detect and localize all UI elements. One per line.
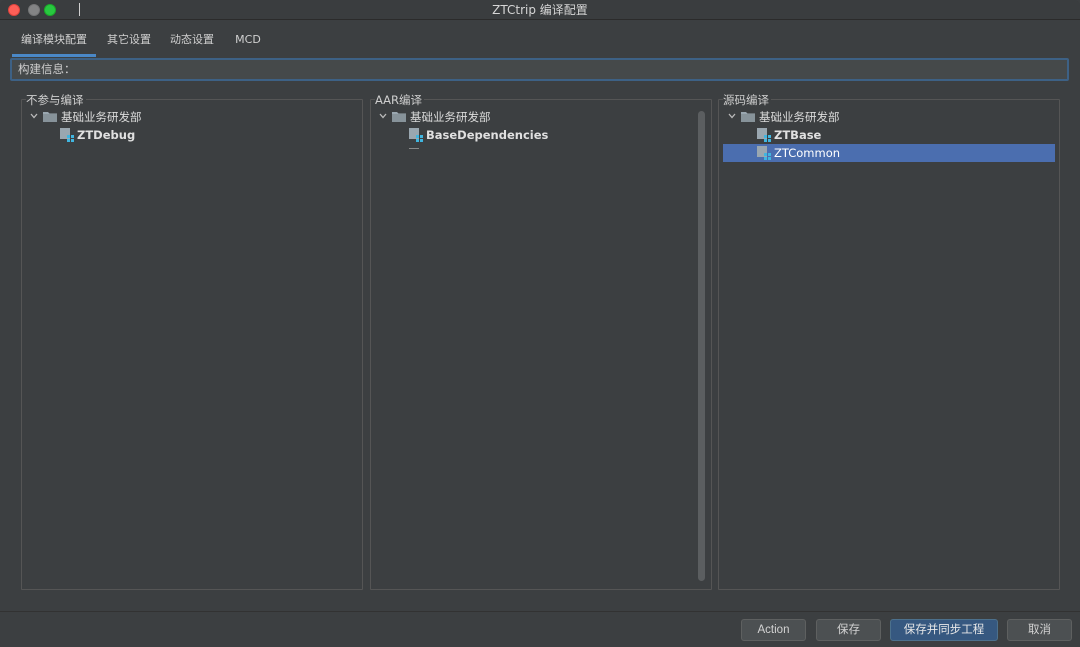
tab-mcd[interactable]: MCD [230, 20, 266, 57]
chevron-down-icon[interactable] [728, 112, 736, 120]
dialog-window: ZTCtrip 编译配置 编译模块配置 其它设置 动态设置 MCD 构建信息： … [0, 0, 1080, 647]
save-button[interactable]: 保存 [816, 619, 881, 641]
chevron-down-icon[interactable] [379, 112, 387, 120]
aar-panel-title: AAR编译 [375, 92, 425, 108]
tree-item-ztcommon[interactable]: ZTCommon [757, 144, 1047, 162]
build-info-input[interactable] [80, 61, 1060, 78]
action-button[interactable]: Action [741, 619, 806, 641]
tree-item-label: ZTDebug [77, 128, 136, 142]
title-bar: ZTCtrip 编译配置 [0, 0, 1080, 20]
build-info-field[interactable]: 构建信息： [10, 58, 1069, 81]
bottom-separator [0, 611, 1080, 612]
chevron-down-icon[interactable] [30, 112, 38, 120]
module-icon [757, 128, 771, 142]
tree-group-source[interactable]: 基础业务研发部 [726, 108, 1046, 126]
text-caret [79, 3, 80, 16]
source-panel [718, 99, 1060, 590]
tree-group-label: 基础业务研发部 [410, 110, 491, 124]
tab-other-settings[interactable]: 其它设置 [101, 20, 157, 57]
tree-group-excluded[interactable]: 基础业务研发部 [28, 108, 358, 126]
tree-item-label: ZTBase [774, 128, 822, 142]
tab-bar: 编译模块配置 其它设置 动态设置 MCD [0, 20, 1080, 57]
tab-dynamic-settings[interactable]: 动态设置 [164, 20, 220, 57]
excluded-panel [21, 99, 363, 590]
tree-item-basedependencies[interactable]: BaseDependencies [409, 126, 689, 144]
window-title: ZTCtrip 编译配置 [492, 3, 588, 17]
tree-item-label: ZTCommon [774, 146, 841, 160]
tree-item-ztbase[interactable]: ZTBase [757, 126, 1047, 144]
drop-indicator [409, 148, 419, 149]
tab-compile-modules[interactable]: 编译模块配置 [12, 20, 96, 57]
tree-group-aar[interactable]: 基础业务研发部 [377, 108, 687, 126]
module-icon [757, 146, 771, 160]
module-icon [409, 128, 423, 142]
tree-item-label: BaseDependencies [426, 128, 549, 142]
excluded-panel-title: 不参与编译 [26, 92, 86, 108]
cancel-button[interactable]: 取消 [1007, 619, 1072, 641]
source-panel-title: 源码编译 [723, 92, 771, 108]
folder-icon [43, 112, 57, 122]
save-and-sync-button[interactable]: 保存并同步工程 [890, 619, 998, 641]
tree-group-label: 基础业务研发部 [61, 110, 142, 124]
tree-group-label: 基础业务研发部 [759, 110, 840, 124]
aar-panel-scrollbar[interactable] [698, 111, 705, 581]
build-info-label: 构建信息： [18, 62, 76, 76]
folder-icon [741, 112, 755, 122]
tree-item-ztdebug[interactable]: ZTDebug [60, 126, 350, 144]
folder-icon [392, 112, 406, 122]
aar-panel [370, 99, 712, 590]
module-icon [60, 128, 74, 142]
